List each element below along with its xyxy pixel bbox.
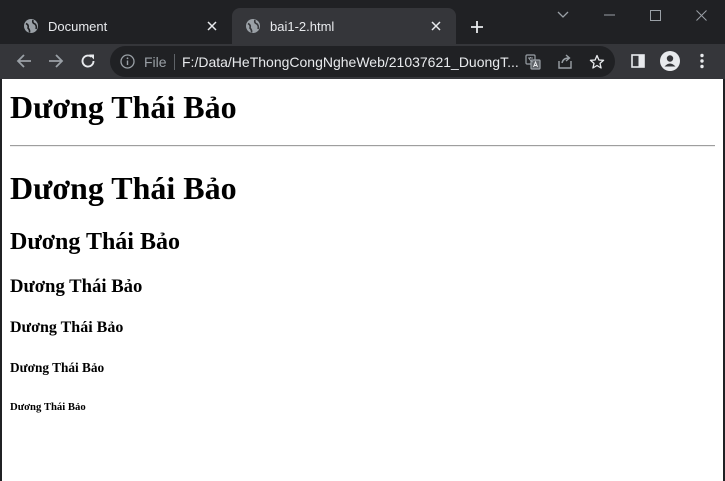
plus-icon xyxy=(471,21,483,33)
side-panel-button[interactable] xyxy=(626,49,650,73)
back-arrow-icon xyxy=(16,54,31,68)
translate-icon[interactable] xyxy=(522,51,544,73)
heading-h1: Dương Thái Bảo xyxy=(10,170,237,206)
side-panel-icon xyxy=(631,54,645,68)
horizontal-rule xyxy=(10,145,715,147)
forward-arrow-icon xyxy=(49,54,64,68)
heading-h3: Dương Thái Bảo xyxy=(10,276,143,297)
heading-h4: Dương Thái Bảo xyxy=(10,319,124,336)
address-bar[interactable]: File F:/Data/HeThongCongNgheWeb/21037621… xyxy=(110,46,615,77)
reload-button[interactable] xyxy=(75,48,101,74)
page-content: Dương Thái Bảo Dương Thái Bảo Dương Thái… xyxy=(2,79,723,481)
forward-button[interactable] xyxy=(43,48,69,74)
maximize-icon xyxy=(649,9,661,21)
chevron-down-icon xyxy=(557,11,569,18)
tab-title: Document xyxy=(48,18,108,34)
scheme-label: File xyxy=(144,54,167,70)
close-icon[interactable] xyxy=(204,18,220,34)
avatar-icon xyxy=(660,51,680,71)
maximize-button[interactable] xyxy=(632,0,678,30)
tab-title: bai1-2.html xyxy=(270,18,335,34)
globe-icon xyxy=(23,18,39,34)
globe-icon xyxy=(245,18,261,34)
bookmark-star-icon[interactable] xyxy=(586,51,608,73)
close-icon xyxy=(695,9,707,21)
tab-bai1-2[interactable]: bai1-2.html xyxy=(232,8,456,44)
url-text[interactable]: F:/Data/HeThongCongNgheWeb/21037621_Duon… xyxy=(182,54,522,70)
minimize-button[interactable] xyxy=(586,0,632,30)
heading-h5: Dương Thái Bảo xyxy=(10,360,105,375)
minimize-icon xyxy=(603,14,615,16)
share-icon[interactable] xyxy=(554,51,576,73)
window-close-button[interactable] xyxy=(678,0,724,30)
tab-document[interactable]: Document xyxy=(10,8,232,44)
tab-search-button[interactable] xyxy=(540,0,586,30)
heading-h2: Dương Thái Bảo xyxy=(10,229,180,255)
top-heading: Dương Thái Bảo xyxy=(10,89,237,125)
kebab-menu-icon xyxy=(700,53,704,69)
heading-h6: Dương Thái Bảo xyxy=(10,401,86,413)
close-icon[interactable] xyxy=(428,18,444,34)
new-tab-button[interactable] xyxy=(466,16,488,38)
menu-button[interactable] xyxy=(690,49,714,73)
toolbar: File F:/Data/HeThongCongNgheWeb/21037621… xyxy=(0,44,725,79)
back-button[interactable] xyxy=(11,48,37,74)
profile-button[interactable] xyxy=(658,49,682,73)
reload-icon xyxy=(81,54,95,68)
tab-strip: Document bai1-2.html xyxy=(0,0,725,44)
divider xyxy=(174,54,175,70)
info-icon[interactable] xyxy=(119,53,136,70)
